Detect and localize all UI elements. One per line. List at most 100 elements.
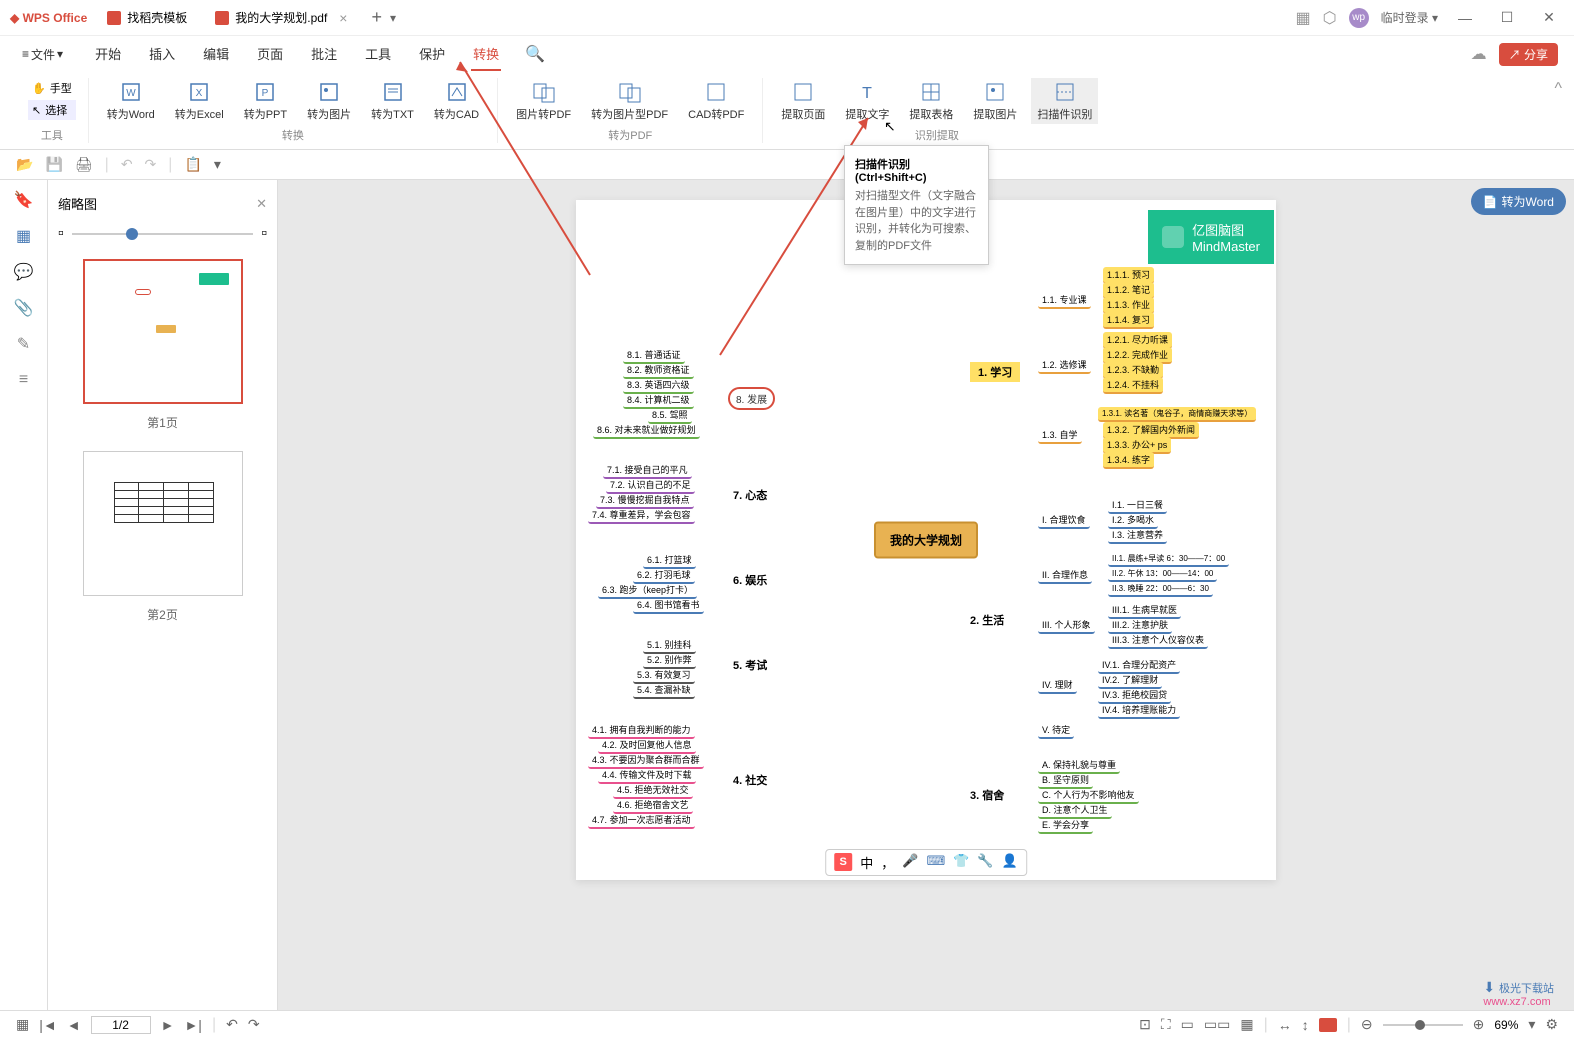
shirt-icon[interactable]: 👕 [953, 853, 969, 872]
cad-to-pdf-button[interactable]: CAD转PDF [682, 78, 750, 124]
img-type-pdf-button[interactable]: 转为图片型PDF [585, 78, 674, 124]
zoom-slider[interactable] [1383, 1024, 1463, 1026]
close-button[interactable]: ✕ [1534, 9, 1564, 26]
prev-page-icon[interactable]: ◄ [67, 1017, 81, 1033]
play-icon[interactable] [1319, 1018, 1337, 1032]
settings-icon[interactable]: ⚙ [1545, 1016, 1558, 1033]
close-icon[interactable]: × [339, 10, 347, 26]
to-word-button[interactable]: W转为Word [101, 78, 161, 124]
close-panel-icon[interactable]: ✕ [256, 196, 267, 212]
layout-icon[interactable]: ▦ [1296, 8, 1311, 28]
to-excel-button[interactable]: X转为Excel [169, 78, 230, 124]
rotate-left-icon[interactable]: ↶ [226, 1016, 238, 1033]
attachment-icon[interactable]: 📎 [12, 296, 36, 320]
main: 🔖 ▦ 💬 📎 ✎ ≡ 缩略图 ✕ ▫ ▫ 第1页 [0, 180, 1574, 1010]
clipboard-icon[interactable]: 📋 [184, 156, 201, 173]
dropdown-icon[interactable]: ▾ [1528, 1016, 1535, 1033]
tab-current-doc[interactable]: 我的大学规划.pdf × [203, 5, 359, 30]
tab-menu-button[interactable]: ▾ [390, 11, 396, 25]
search-icon[interactable]: 🔍 [525, 44, 545, 64]
rotate-right-icon[interactable]: ↷ [248, 1016, 260, 1033]
zoom-level: 69% [1494, 1018, 1518, 1032]
ime-floating-bar[interactable]: S 中 ， 🎤 ⌨ 👕 🔧 👤 [825, 849, 1027, 876]
share-button[interactable]: ↗ 分享 [1499, 43, 1558, 66]
bookmark-icon[interactable]: 🔖 [12, 188, 36, 212]
zoom-in-icon[interactable]: ⊕ [1473, 1016, 1485, 1033]
menu-tab-start[interactable]: 开始 [93, 38, 123, 71]
txt-icon [381, 80, 405, 104]
to-cad-button[interactable]: 转为CAD [428, 78, 485, 124]
undo-icon[interactable]: ↶ [121, 156, 133, 173]
leaf: 1.1.4. 复习 [1103, 312, 1154, 329]
dropdown-icon[interactable]: ▾ [214, 156, 221, 173]
view1-icon[interactable]: ▭ [1181, 1016, 1194, 1033]
tool-icon[interactable]: 🔧 [977, 853, 993, 872]
ocr-button[interactable]: 扫描件识别 [1031, 78, 1098, 124]
new-tab-button[interactable]: + [371, 7, 382, 28]
thumbnail-icon[interactable]: ▦ [12, 224, 36, 248]
thumbnail-page-1[interactable]: 第1页 [58, 259, 267, 431]
zoom-in-icon[interactable]: ▫ [261, 225, 267, 243]
to-txt-button[interactable]: 转为TXT [365, 78, 420, 124]
redo-icon[interactable]: ↷ [145, 156, 157, 173]
comment-icon[interactable]: 💬 [12, 260, 36, 284]
cad2pdf-icon [704, 80, 728, 104]
hand-tool[interactable]: ✋手型 [28, 78, 76, 98]
next-page-icon[interactable]: ► [161, 1017, 175, 1033]
extract-page-button[interactable]: 提取页面 [775, 78, 831, 124]
leaf: 8.6. 对未来就业做好规划 [593, 422, 700, 439]
keyboard-icon[interactable]: ⌨ [926, 853, 945, 872]
mic-icon[interactable]: 🎤 [902, 853, 918, 872]
extract-table-button[interactable]: 提取表格 [903, 78, 959, 124]
to-word-floating-button[interactable]: 📄 转为Word [1471, 188, 1566, 215]
layers-icon[interactable]: ≡ [12, 368, 36, 392]
select-tool[interactable]: ↖选择 [28, 100, 76, 120]
maximize-button[interactable]: ☐ [1492, 9, 1522, 26]
extract-image-button[interactable]: 提取图片 [967, 78, 1023, 124]
page-input[interactable] [91, 1016, 151, 1034]
edit-icon[interactable]: ✎ [12, 332, 36, 356]
minimize-button[interactable]: — [1450, 10, 1480, 26]
canvas[interactable]: 📄 转为Word 亿图脑图MindMaster 我的大学规划 8. 发展 8.1… [278, 180, 1574, 1010]
node-7: 7. 心态 [733, 487, 767, 503]
print-icon[interactable]: 🖨 [75, 156, 93, 173]
last-page-icon[interactable]: ►| [184, 1017, 202, 1033]
zoom-area-icon[interactable]: ⊡ [1139, 1016, 1151, 1033]
save-icon[interactable]: 💾 [45, 156, 62, 173]
view3-icon[interactable]: ▦ [1240, 1016, 1253, 1033]
sogou-icon: S [834, 853, 852, 871]
app-logo: ◆ WPS Office [10, 11, 87, 25]
login-dropdown[interactable]: 临时登录 ▾ [1381, 9, 1438, 26]
nav-icon[interactable]: ▦ [16, 1016, 29, 1033]
fullscreen-icon[interactable]: ⛶ [1161, 1016, 1171, 1033]
ime-punct[interactable]: ， [881, 853, 894, 872]
menu-tab-protect[interactable]: 保护 [417, 38, 447, 71]
leaf: IV.4. 培养理账能力 [1098, 702, 1180, 719]
thumbnail-page-2[interactable]: 第2页 [58, 451, 267, 623]
ime-lang[interactable]: 中 [860, 853, 873, 872]
menu-tab-page[interactable]: 页面 [255, 38, 285, 71]
view2-icon[interactable]: ▭▭ [1204, 1016, 1230, 1033]
user-icon[interactable]: 👤 [1002, 853, 1018, 872]
zoom-out-icon[interactable]: ▫ [58, 225, 64, 243]
cube-icon[interactable]: ⬡ [1323, 8, 1337, 28]
menu-button[interactable]: ≡ 文件 ▾ [16, 42, 69, 67]
fit-page-icon[interactable]: ↕ [1302, 1017, 1309, 1033]
thumb-zoom-slider[interactable]: ▫ ▫ [58, 225, 267, 243]
ribbon-collapse-icon[interactable]: ^ [1554, 80, 1562, 98]
first-page-icon[interactable]: |◄ [39, 1017, 57, 1033]
menu-tab-insert[interactable]: 插入 [147, 38, 177, 71]
cloud-icon[interactable]: ☁ [1471, 44, 1487, 64]
img-to-pdf-button[interactable]: 图片转PDF [510, 78, 577, 124]
menu-tab-tools[interactable]: 工具 [363, 38, 393, 71]
menu-tab-annotate[interactable]: 批注 [309, 38, 339, 71]
open-icon[interactable]: 📂 [16, 156, 33, 173]
to-ppt-button[interactable]: P转为PPT [238, 78, 293, 124]
zoom-out-icon[interactable]: ⊖ [1361, 1016, 1373, 1033]
fit-width-icon[interactable]: ↔ [1278, 1017, 1292, 1033]
to-image-button[interactable]: 转为图片 [301, 78, 357, 124]
menu-tab-edit[interactable]: 编辑 [201, 38, 231, 71]
tab-template[interactable]: 找稻壳模板 [95, 5, 199, 30]
avatar[interactable]: wp [1349, 8, 1369, 28]
menu-tab-convert[interactable]: 转换 [471, 38, 501, 71]
